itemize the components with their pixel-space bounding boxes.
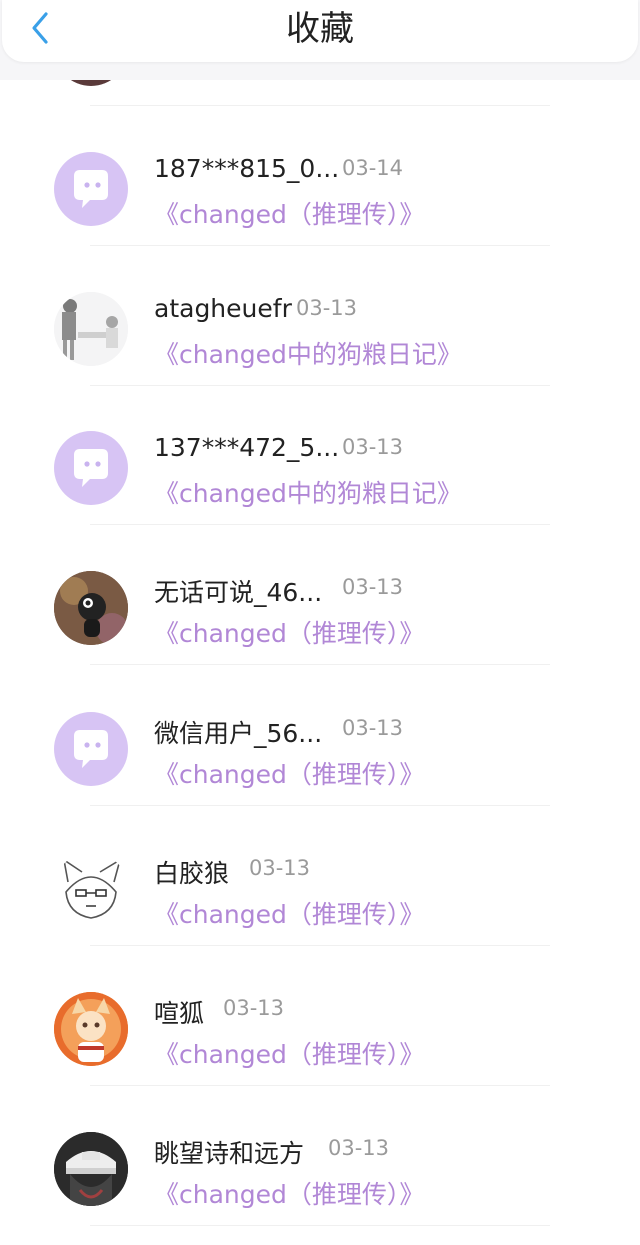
photo-avatar-icon (54, 1132, 128, 1206)
default-chat-avatar-icon (74, 449, 108, 487)
username: 微信用户_56... (154, 719, 323, 748)
username: 白胶狼 (154, 859, 230, 888)
list-item[interactable]: 187***815_0... 03-14 《changed（推理传）》 (0, 118, 640, 258)
date: 03-13 (342, 575, 404, 599)
date: 03-13 (328, 1136, 390, 1160)
list-item[interactable]: 微信用户_56... 03-13 《changed（推理传）》 (0, 678, 640, 818)
list-item[interactable]: 137***472_5... 03-13 《changed中的狗粮日记》 (0, 397, 640, 537)
default-chat-avatar-icon (74, 170, 108, 208)
date: 03-13 (296, 296, 358, 320)
default-chat-avatar-icon (74, 730, 108, 768)
divider (90, 1085, 550, 1086)
username: atagheuefr (154, 294, 292, 323)
avatar[interactable] (54, 992, 128, 1066)
avatar[interactable] (54, 571, 128, 645)
book-title-link[interactable]: 《changed（推理传）》 (154, 895, 424, 931)
divider (90, 385, 550, 386)
list-item[interactable]: 眺望诗和远方 03-13 《changed（推理传）》 (0, 1098, 640, 1238)
divider (90, 524, 550, 525)
book-title-link[interactable]: 《changed（推理传）》 (154, 195, 424, 231)
avatar[interactable] (54, 152, 128, 226)
header: 收藏 (2, 0, 638, 62)
divider (90, 105, 550, 106)
divider (90, 245, 550, 246)
illustration-avatar-icon (54, 571, 128, 645)
username: 187***815_0... (154, 154, 340, 183)
divider (90, 945, 550, 946)
list-item[interactable]: 白胶狼 03-13 《changed（推理传）》 (0, 818, 640, 958)
username: 眺望诗和远方 (154, 1139, 305, 1168)
date: 03-13 (223, 996, 285, 1020)
divider (90, 664, 550, 665)
avatar[interactable] (54, 1132, 128, 1206)
date: 03-13 (249, 856, 311, 880)
date: 03-14 (342, 156, 404, 180)
date: 03-13 (342, 435, 404, 459)
book-title-link[interactable]: 《changed（推理传）》 (154, 614, 424, 650)
username: 喧狐 (154, 999, 205, 1028)
avatar[interactable] (54, 852, 128, 926)
book-title-link[interactable]: 《changed（推理传）》 (154, 1035, 424, 1071)
illustration-avatar-icon (54, 992, 128, 1066)
username: 137***472_5... (154, 433, 340, 462)
avatar[interactable] (54, 712, 128, 786)
list-item[interactable]: 无话可说_46... 03-13 《changed（推理传）》 (0, 537, 640, 677)
sketch-avatar-icon (54, 852, 128, 926)
divider (90, 805, 550, 806)
list-item[interactable]: atagheuefr 03-13 《changed中的狗粮日记》 (0, 258, 640, 398)
book-title-link[interactable]: 《changed（推理传）》 (154, 1175, 424, 1211)
book-title-link[interactable]: 《changed中的狗粮日记》 (154, 474, 462, 510)
page-title: 收藏 (286, 9, 354, 49)
book-title-link[interactable]: 《changed（推理传）》 (154, 755, 424, 791)
divider (90, 1225, 550, 1226)
avatar[interactable] (54, 292, 128, 366)
username: 无话可说_46... (154, 578, 323, 607)
favorites-page: 187***815_0... 03-14 《changed（推理传）》 atag… (0, 0, 640, 1245)
avatar[interactable] (54, 431, 128, 505)
list-item[interactable]: 喧狐 03-13 《changed（推理传）》 (0, 958, 640, 1098)
date: 03-13 (342, 716, 404, 740)
illustration-avatar-icon (54, 292, 128, 366)
book-title-link[interactable]: 《changed中的狗粮日记》 (154, 335, 462, 371)
